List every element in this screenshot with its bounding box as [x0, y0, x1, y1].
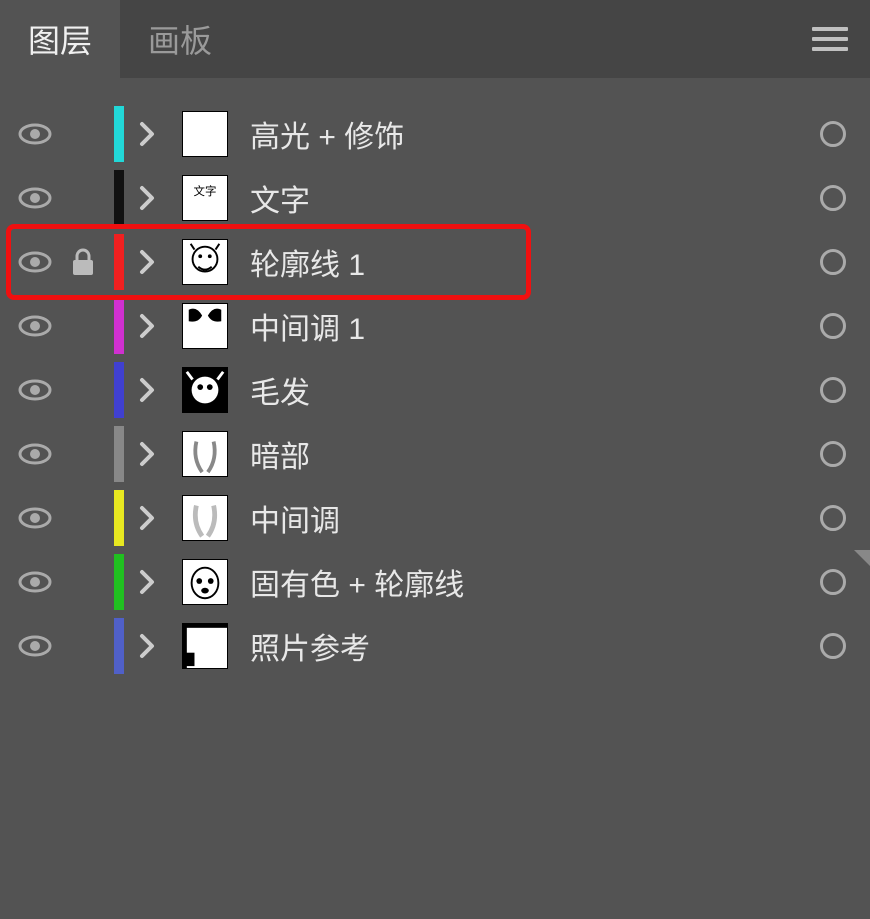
- expand-chevron-icon[interactable]: [138, 504, 156, 532]
- layer-color-bar: [114, 298, 124, 354]
- layer-name-label[interactable]: 毛发: [250, 368, 820, 412]
- visibility-eye-icon[interactable]: [18, 506, 52, 530]
- layer-color-bar: [114, 490, 124, 546]
- layer-name-label[interactable]: 中间调 1: [250, 304, 820, 348]
- layer-name-label[interactable]: 轮廓线 1: [250, 240, 820, 284]
- target-radio[interactable]: [820, 185, 846, 211]
- visibility-eye-icon[interactable]: [18, 250, 52, 274]
- layer-row[interactable]: 固有色 + 轮廓线: [0, 550, 870, 614]
- lock-slot[interactable]: [66, 439, 100, 469]
- layer-row[interactable]: 照片参考: [0, 614, 870, 678]
- expand-chevron-icon[interactable]: [138, 120, 156, 148]
- target-radio[interactable]: [820, 121, 846, 147]
- target-radio[interactable]: [820, 441, 846, 467]
- lock-slot[interactable]: [66, 375, 100, 405]
- visibility-eye-icon[interactable]: [18, 634, 52, 658]
- layer-row[interactable]: 中间调 1: [0, 294, 870, 358]
- layer-row[interactable]: 毛发: [0, 358, 870, 422]
- lock-slot[interactable]: [66, 503, 100, 533]
- layer-row[interactable]: 轮廓线 1: [0, 230, 870, 294]
- layer-color-bar: [114, 234, 124, 290]
- visibility-eye-icon[interactable]: [18, 186, 52, 210]
- target-radio[interactable]: [820, 569, 846, 595]
- expand-chevron-icon[interactable]: [138, 184, 156, 212]
- layer-row[interactable]: 暗部: [0, 422, 870, 486]
- layer-thumbnail[interactable]: [182, 559, 228, 605]
- expand-chevron-icon[interactable]: [138, 568, 156, 596]
- target-radio[interactable]: [820, 249, 846, 275]
- layer-thumbnail[interactable]: [182, 495, 228, 541]
- layer-color-bar: [114, 426, 124, 482]
- tab-artboards[interactable]: 画板: [120, 0, 240, 78]
- lock-slot[interactable]: [66, 119, 100, 149]
- target-radio[interactable]: [820, 633, 846, 659]
- target-radio[interactable]: [820, 313, 846, 339]
- visibility-eye-icon[interactable]: [18, 314, 52, 338]
- visibility-eye-icon[interactable]: [18, 442, 52, 466]
- tab-layers[interactable]: 图层: [0, 0, 120, 78]
- layer-name-label[interactable]: 照片参考: [250, 624, 820, 668]
- layer-thumbnail[interactable]: [182, 239, 228, 285]
- layer-thumbnail[interactable]: [182, 623, 228, 669]
- target-radio[interactable]: [820, 505, 846, 531]
- layer-thumbnail[interactable]: [182, 111, 228, 157]
- layer-row[interactable]: 高光 + 修饰: [0, 102, 870, 166]
- expand-chevron-icon[interactable]: [138, 376, 156, 404]
- layer-color-bar: [114, 618, 124, 674]
- layer-row[interactable]: 中间调: [0, 486, 870, 550]
- layer-row[interactable]: 文字 文字: [0, 166, 870, 230]
- svg-text:文字: 文字: [194, 184, 217, 198]
- lock-slot[interactable]: [66, 183, 100, 213]
- layer-thumbnail[interactable]: [182, 367, 228, 413]
- layer-name-label[interactable]: 高光 + 修饰: [250, 112, 820, 156]
- lock-slot[interactable]: [66, 311, 100, 341]
- mark-indicator-icon: [854, 550, 870, 566]
- layer-color-bar: [114, 106, 124, 162]
- visibility-eye-icon[interactable]: [18, 570, 52, 594]
- layer-name-label[interactable]: 中间调: [250, 496, 820, 540]
- layers-list: 高光 + 修饰文字文字轮廓线 1中间调 1毛发暗部中间调固有色 + 轮廓线照片参…: [0, 78, 870, 678]
- layer-thumbnail[interactable]: [182, 303, 228, 349]
- visibility-eye-icon[interactable]: [18, 122, 52, 146]
- expand-chevron-icon[interactable]: [138, 632, 156, 660]
- layer-color-bar: [114, 362, 124, 418]
- lock-slot[interactable]: [66, 631, 100, 661]
- expand-chevron-icon[interactable]: [138, 248, 156, 276]
- layer-color-bar: [114, 554, 124, 610]
- layer-thumbnail[interactable]: [182, 431, 228, 477]
- lock-slot[interactable]: [66, 567, 100, 597]
- layer-thumbnail[interactable]: 文字: [182, 175, 228, 221]
- layer-name-label[interactable]: 固有色 + 轮廓线: [250, 560, 820, 604]
- layer-name-label[interactable]: 暗部: [250, 432, 820, 476]
- layer-color-bar: [114, 170, 124, 226]
- layer-name-label[interactable]: 文字: [250, 176, 820, 220]
- visibility-eye-icon[interactable]: [18, 378, 52, 402]
- layers-panel: 图层 画板 高光 + 修饰文字文字轮廓线 1中间调 1毛发暗部中间调固有色 + …: [0, 0, 870, 919]
- target-radio[interactable]: [820, 377, 846, 403]
- expand-chevron-icon[interactable]: [138, 312, 156, 340]
- expand-chevron-icon[interactable]: [138, 440, 156, 468]
- lock-slot[interactable]: [66, 247, 100, 277]
- panel-menu-icon[interactable]: [812, 27, 848, 51]
- tab-bar: 图层 画板: [0, 0, 870, 78]
